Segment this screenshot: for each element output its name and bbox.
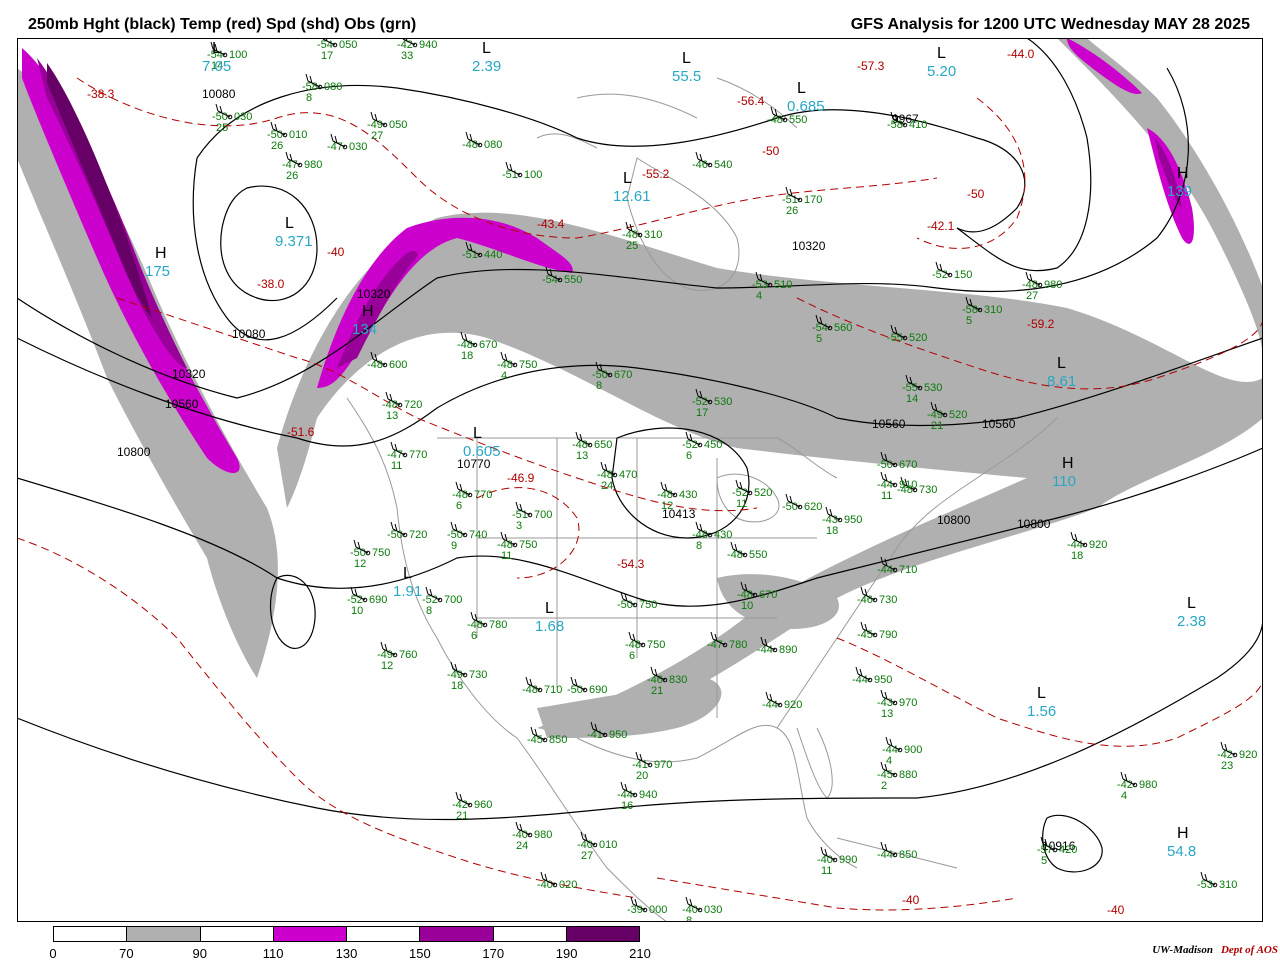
legend-tick-label: 90 bbox=[192, 946, 207, 961]
legend-tick-label: 110 bbox=[262, 946, 284, 961]
legend-tick-label: 0 bbox=[49, 946, 57, 961]
legend-segment bbox=[127, 927, 201, 941]
legend-tick-label: 130 bbox=[335, 946, 358, 961]
legend-segment bbox=[200, 927, 274, 941]
speed-legend bbox=[53, 926, 640, 942]
legend-tick-label: 170 bbox=[482, 946, 505, 961]
credit: UW-Madison Dept of AOS bbox=[1152, 944, 1278, 956]
chart-title: 250mb Hght (black) Temp (red) Spd (shd) … bbox=[28, 16, 417, 33]
credit-dept: Dept of AOS bbox=[1220, 944, 1278, 956]
legend-segment bbox=[54, 927, 128, 941]
credit-org: UW-Madison bbox=[1152, 944, 1213, 956]
legend-tick-label: 150 bbox=[409, 946, 431, 961]
legend-segment bbox=[273, 927, 347, 941]
legend-tick-label: 190 bbox=[555, 946, 578, 961]
legend-segment bbox=[347, 927, 421, 941]
legend-tick-label: 70 bbox=[119, 946, 134, 961]
legend-segment bbox=[420, 927, 494, 941]
legend-segment bbox=[493, 927, 567, 941]
legend-segment bbox=[566, 927, 639, 941]
legend-tick-label: 210 bbox=[629, 946, 651, 961]
map-frame bbox=[17, 38, 1263, 922]
analysis-timestamp: GFS Analysis for 1200 UTC Wednesday MAY … bbox=[850, 16, 1250, 33]
